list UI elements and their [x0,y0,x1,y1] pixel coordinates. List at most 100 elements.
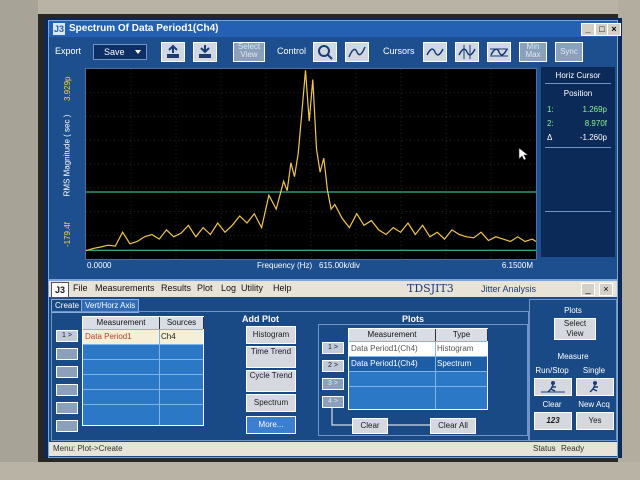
menu-measurements[interactable]: Measurements [95,283,155,293]
menu-file[interactable]: File [73,283,88,293]
cycle-trend-button[interactable]: Cycle Trend [246,370,296,392]
brand-title: TDSJIT3 [407,282,454,295]
menu-plot[interactable]: Plot [197,283,213,293]
table-row [83,344,203,359]
cursor-1-label: 1: [547,105,554,114]
cursor-mode-3-button[interactable] [487,42,511,62]
spectrum-button[interactable]: Spectrum [246,394,296,412]
x-axis-label: Frequency (Hz) [257,261,313,270]
divider [545,83,611,84]
cursor-1-row[interactable]: 1: 1.269p [547,105,615,117]
tdsjit3-window: J3 File Measurements Results Plot Log Ut… [48,280,618,458]
column-header-type: Type [436,329,488,341]
column-header-measurement: Measurement [349,329,436,341]
minimize-button[interactable]: _ [581,23,595,36]
arrow-cursor-icon [518,147,529,161]
chevron-down-icon [135,50,141,54]
cursor-2-row[interactable]: 2: 8.970f [547,119,615,131]
close-button[interactable]: × [607,23,621,36]
spectrum-plot[interactable] [85,68,537,260]
y-bottom-label: -179.4f [63,222,72,247]
table-row [83,404,203,419]
clear-button[interactable]: Clear [352,418,388,434]
plot-row-1-button[interactable]: 1 > [322,342,344,354]
cursor-wave-icon [426,48,444,56]
cursor-mode-2-button[interactable] [455,42,479,62]
column-divider [159,329,160,425]
plot-row-2-button[interactable]: 2 > [322,360,344,372]
clear-all-button[interactable]: Clear All [430,418,476,434]
export-label: Export [55,46,82,56]
monitor-bezel-top [0,0,640,14]
spectrum-window: J3 Spectrum Of Data Period1(Ch4) _ □ × E… [48,20,621,280]
cursor-mode-1-button[interactable] [423,42,447,62]
menu-results[interactable]: Results [161,283,191,293]
export-up-icon [167,44,179,58]
run-stop-label: Run/Stop [535,366,569,375]
menu-help[interactable]: Help [273,283,292,293]
add-plot-title: Add Plot [242,314,279,324]
sync-button[interactable]: Sync [555,42,583,62]
status-value: Ready [561,444,585,453]
minimize-button[interactable]: _ [581,283,595,296]
row-6-button [56,420,78,432]
run-stop-button[interactable] [534,378,572,396]
x-axis-row: 0.0000 Frequency (Hz) 615.00k/div 6.1500… [85,261,535,273]
close-button[interactable]: × [599,283,613,296]
histogram-button[interactable]: Histogram [246,326,296,344]
clear-results-button[interactable]: 123 [534,412,572,430]
status-menu-path: Menu: Plot->Create [53,444,123,453]
export-up-button[interactable] [161,42,185,62]
monitor: J3 Spectrum Of Data Period1(Ch4) _ □ × E… [0,0,640,480]
table-row[interactable]: Data Period1 Ch4 [83,329,203,344]
source-cell: Ch4 [161,332,176,341]
waveform-control-button[interactable] [345,42,369,62]
clear-label: Clear [542,400,562,409]
position-label: Position [563,89,593,98]
delta-row: Δ -1.260p [547,133,615,145]
cursors-label: Cursors [383,46,415,56]
j3-logo: J3 [51,282,69,298]
time-trend-button[interactable]: Time Trend [246,346,296,368]
divider [545,147,611,148]
x-end-label: 6.1500M [501,261,533,270]
create-panel: 1 > Measurement Sources Data Period1 Ch4 [51,311,529,441]
save-label: Save [104,47,125,57]
cursor-horizontal-icon [490,48,508,57]
right-select-view-button[interactable]: Select View [554,318,596,340]
screen: J3 Spectrum Of Data Period1(Ch4) _ □ × E… [44,18,622,458]
y-top-label: 3.929p [63,76,72,101]
table-row[interactable]: Data Period1(Ch4) Histogram [349,341,487,356]
row-3-button [56,366,78,378]
row-1-button[interactable]: 1 > [56,330,78,342]
cursor-2-label: 2: [547,119,554,128]
menu-utility[interactable]: Utility [241,283,263,293]
export-down-button[interactable] [193,42,217,62]
table-row [83,389,203,404]
spectrum-chart-svg [85,69,537,259]
select-view-button[interactable]: Select View [233,42,265,62]
table-row [349,386,487,401]
column-header-sources: Sources [160,317,204,329]
min-max-button[interactable]: Min Max [519,42,547,62]
mouse-pointer-icon [518,147,529,166]
cursor-2-value: 8.970f [584,119,607,128]
status-bar: Menu: Plot->Create Status Ready [49,442,617,456]
measure-label: Measure [557,352,589,361]
spectrum-toolbar: Export Save Select View Control Cursors … [49,38,617,64]
clear-123-icon: 123 [546,416,560,425]
save-dropdown[interactable]: Save [93,44,147,60]
plot-type-cell: Histogram [437,344,474,353]
window-title: Spectrum Of Data Period1(Ch4) [69,23,219,34]
cursor-vertical-icon [458,45,476,59]
row-4-button [56,384,78,396]
new-acq-yes-button[interactable]: Yes [576,412,614,430]
zoom-button[interactable] [313,42,337,62]
single-button[interactable] [576,378,614,396]
plots-title: Plots [402,314,425,324]
monitor-bezel-bottom [0,462,640,480]
menu-log[interactable]: Log [221,283,236,293]
divider [545,211,611,212]
more-button[interactable]: More... [246,416,296,434]
table-row[interactable]: Data Period1(Ch4) Spectrum [349,356,487,371]
